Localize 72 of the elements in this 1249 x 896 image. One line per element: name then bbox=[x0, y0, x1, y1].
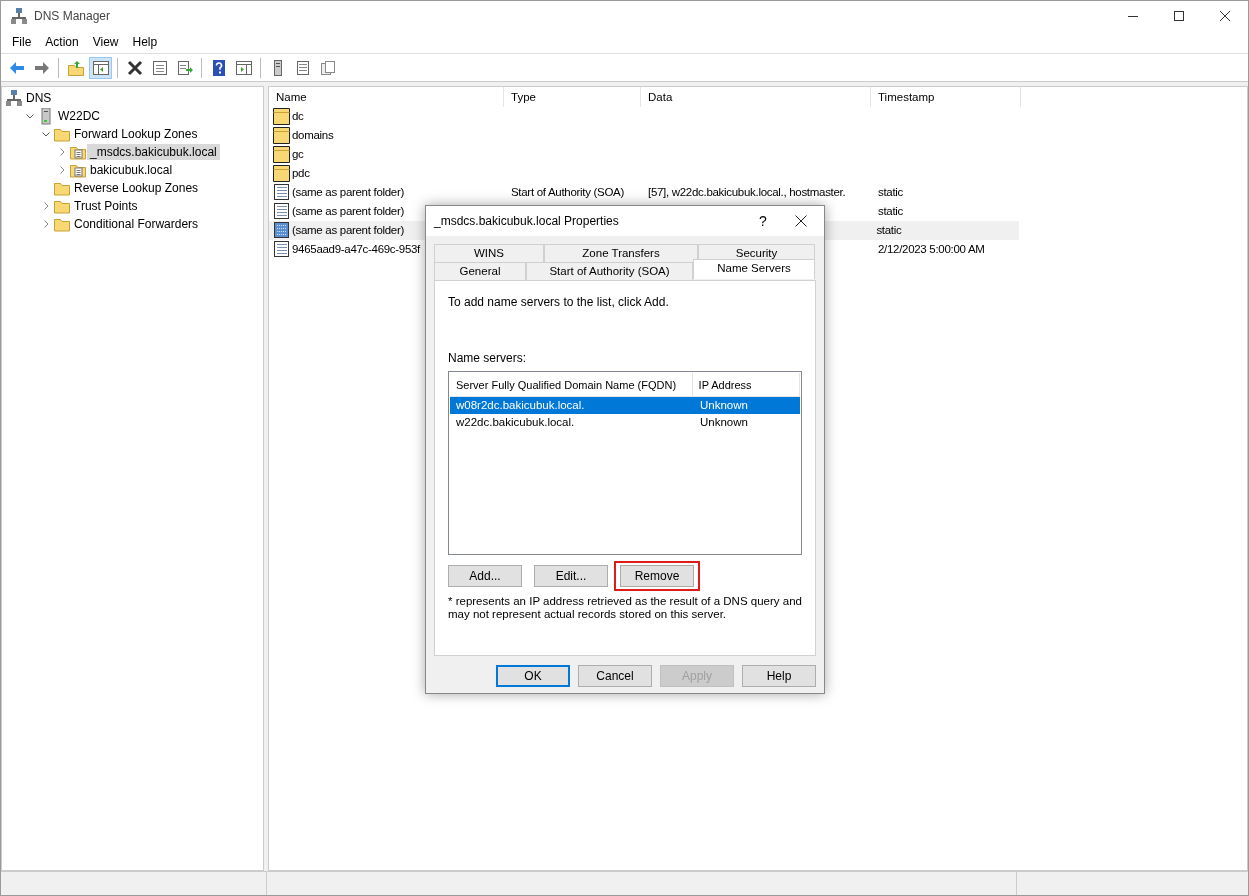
tree-item[interactable]: bakicubuk.local bbox=[87, 162, 176, 178]
collapse-chevron-icon[interactable] bbox=[41, 129, 51, 139]
close-icon[interactable] bbox=[795, 215, 807, 227]
maximize-icon[interactable] bbox=[1174, 11, 1184, 21]
expand-chevron-icon[interactable] bbox=[41, 219, 51, 229]
table-cell-text: (same as parent folder) bbox=[291, 222, 404, 238]
tree-item[interactable]: _msdcs.bakicubuk.local bbox=[87, 144, 220, 160]
action-button[interactable]: Add... bbox=[448, 565, 522, 587]
folder-icon bbox=[273, 146, 290, 163]
table-cell-text: (same as parent folder) bbox=[291, 203, 404, 219]
table-cell-text: gc bbox=[291, 146, 304, 162]
tab[interactable]: Zone Transfers bbox=[544, 244, 698, 262]
name-servers-list[interactable]: Server Fully Qualified Domain Name (FQDN) IP Address w08r2dc.bakicubuk.local. Unknown w22dc.bakicubuk.local. Unknown bbox=[448, 371, 802, 555]
tree-item[interactable]: Trust Points bbox=[71, 198, 141, 214]
collapse-chevron-icon[interactable] bbox=[25, 111, 35, 121]
dialog-button[interactable]: OK bbox=[496, 665, 570, 687]
dialog-button[interactable]: Help bbox=[742, 665, 816, 687]
list-label: Name servers: bbox=[448, 350, 528, 367]
tree-item[interactable]: Forward Lookup Zones bbox=[71, 126, 201, 142]
menu-item[interactable]: File bbox=[5, 33, 39, 51]
menu-item[interactable]: Help bbox=[125, 33, 165, 51]
tree-item[interactable]: DNS bbox=[23, 90, 55, 106]
close-icon[interactable] bbox=[1220, 11, 1230, 21]
table-cell-text: static bbox=[878, 203, 904, 219]
tree-item[interactable]: Conditional Forwarders bbox=[71, 216, 202, 232]
console-tree-icon[interactable] bbox=[89, 56, 112, 79]
table-cell-text: domains bbox=[291, 127, 334, 143]
action-button[interactable]: Edit... bbox=[534, 565, 608, 587]
dialog-button[interactable]: Cancel bbox=[578, 665, 652, 687]
table-cell-text: (same as parent folder) bbox=[291, 184, 404, 200]
table-cell-text: static bbox=[878, 184, 904, 200]
record-icon bbox=[273, 222, 290, 239]
table-cell-text: [57], w22dc.bakicubuk.local., hostmaster. bbox=[648, 184, 846, 200]
network-icon bbox=[11, 7, 28, 25]
tree-item[interactable]: Reverse Lookup Zones bbox=[71, 180, 202, 196]
tab[interactable]: Start of Authority (SOA) bbox=[526, 262, 693, 280]
table-cell-text: pdc bbox=[291, 165, 310, 181]
column-header[interactable]: Server Fully Qualified Domain Name (FQDN) bbox=[450, 372, 693, 397]
folder-icon bbox=[273, 127, 290, 144]
footnote-text: * represents an IP address retrieved as the result of a DNS query and may not represent actual records stored on this server. bbox=[448, 595, 802, 621]
expand-chevron-icon[interactable] bbox=[57, 165, 67, 175]
tab[interactable]: WINS bbox=[434, 244, 544, 262]
record-icon bbox=[273, 203, 290, 220]
menu-item[interactable]: View bbox=[85, 33, 126, 51]
folder-icon bbox=[273, 108, 290, 125]
table-cell-text: static bbox=[876, 222, 902, 238]
tab[interactable]: General bbox=[434, 262, 526, 280]
expand-chevron-icon[interactable] bbox=[41, 201, 51, 211]
action-button[interactable]: Remove bbox=[620, 565, 694, 587]
tree-item[interactable]: W22DC bbox=[55, 108, 103, 124]
record-icon bbox=[273, 184, 290, 201]
folder-icon bbox=[273, 165, 290, 182]
window-title: DNS Manager bbox=[34, 8, 111, 25]
tab[interactable]: Name Servers bbox=[693, 259, 815, 279]
network-icon bbox=[6, 89, 23, 107]
server-row[interactable]: w22dc.bakicubuk.local. Unknown bbox=[450, 414, 800, 431]
record-icon bbox=[273, 241, 290, 258]
server-row[interactable]: w08r2dc.bakicubuk.local. Unknown bbox=[450, 397, 800, 414]
table-cell-text: Start of Authority (SOA) bbox=[511, 184, 624, 200]
column-header[interactable]: IP Address bbox=[692, 372, 800, 397]
column-header[interactable]: Type bbox=[504, 87, 641, 107]
column-header[interactable]: Data bbox=[641, 87, 871, 107]
column-header[interactable]: Name bbox=[269, 87, 504, 107]
instruction-text: To add name servers to the list, click Add. bbox=[448, 294, 670, 311]
table-cell-text: 2/12/2023 5:00:00 AM bbox=[878, 241, 985, 257]
table-cell-text: dc bbox=[291, 108, 304, 124]
help-button[interactable]: ? bbox=[748, 210, 778, 232]
dialog-title: _msdcs.bakicubuk.local Properties bbox=[434, 213, 619, 230]
menu-item[interactable]: Action bbox=[38, 33, 86, 51]
table-cell-text: 9465aad9-a47c-469c-953f bbox=[291, 241, 420, 257]
column-header[interactable]: Timestamp bbox=[871, 87, 1021, 107]
expand-chevron-icon[interactable] bbox=[57, 147, 67, 157]
